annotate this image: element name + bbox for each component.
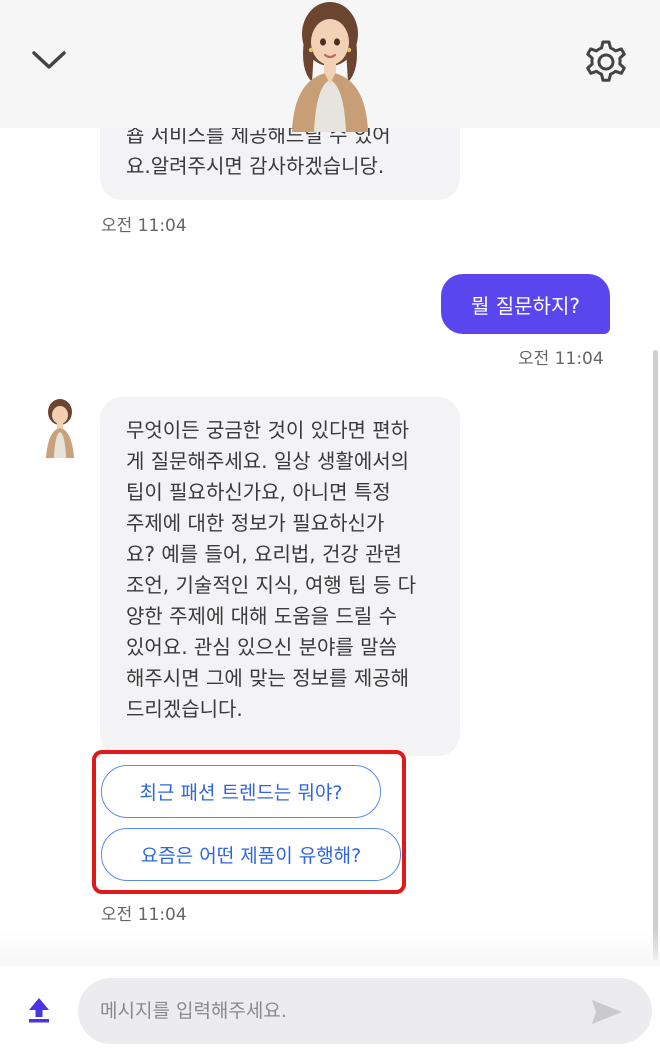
- gear-icon[interactable]: [583, 39, 629, 85]
- message-text: 뭘 질문하지?: [471, 293, 580, 318]
- message-line: 드리겠습니다.: [126, 697, 243, 721]
- message-line: 팁이 필요하신가요, 아니면 특정: [126, 480, 391, 504]
- message-line: 조언, 기술적인 지식, 여행 팁 등 다: [126, 573, 417, 597]
- suggestion-button[interactable]: 최근 패션 트렌드는 뭐야?: [101, 765, 381, 818]
- suggestion-label: 최근 패션 트렌드는 뭐야?: [139, 782, 343, 804]
- chevron-down-icon[interactable]: [30, 44, 68, 74]
- send-icon[interactable]: [590, 998, 624, 1026]
- chat-area: 숍 서비스를 제공해드릴 수 있어 요.알려주시면 감사하겠습니당. 오전 11…: [0, 0, 660, 1054]
- bot-avatar: [46, 399, 74, 458]
- bot-message-bubble: 무엇이든 궁금한 것이 있다면 편하 게 질문해주세요. 일상 생활에서의 팁이…: [100, 397, 460, 756]
- user-message-bubble: 뭘 질문하지?: [441, 274, 610, 334]
- message-timestamp: 오전 11:04: [518, 349, 604, 369]
- message-line: 해주시면 그에 맞는 정보를 제공해: [126, 666, 410, 690]
- bot-avatar-large: [292, 2, 368, 132]
- message-line: 주제에 대한 정보가 필요하신가: [126, 511, 385, 535]
- message-input[interactable]: [78, 978, 652, 1044]
- message-timestamp: 오전 11:04: [101, 216, 187, 236]
- message-line: 무엇이든 궁금한 것이 있다면 편하: [126, 418, 410, 442]
- suggestion-label: 요즘은 어떤 제품이 유행해?: [140, 845, 362, 867]
- message-line: 요.알려주시면 감사하겠습니당.: [126, 154, 385, 178]
- bottom-fade: [0, 930, 660, 968]
- message-line: 게 질문해주세요. 일상 생활에서의: [126, 449, 410, 473]
- message-line: 요? 예를 들어, 요리법, 건강 관련: [126, 542, 402, 566]
- scrollbar[interactable]: [653, 350, 658, 960]
- upload-icon[interactable]: [26, 996, 52, 1024]
- message-line: 있어요. 관심 있으신 분야를 말씀: [126, 635, 397, 659]
- suggestion-button[interactable]: 요즘은 어떤 제품이 유행해?: [101, 828, 401, 881]
- message-line: 양한 주제에 대해 도움을 드릴 수: [126, 604, 397, 628]
- message-timestamp: 오전 11:04: [101, 905, 187, 925]
